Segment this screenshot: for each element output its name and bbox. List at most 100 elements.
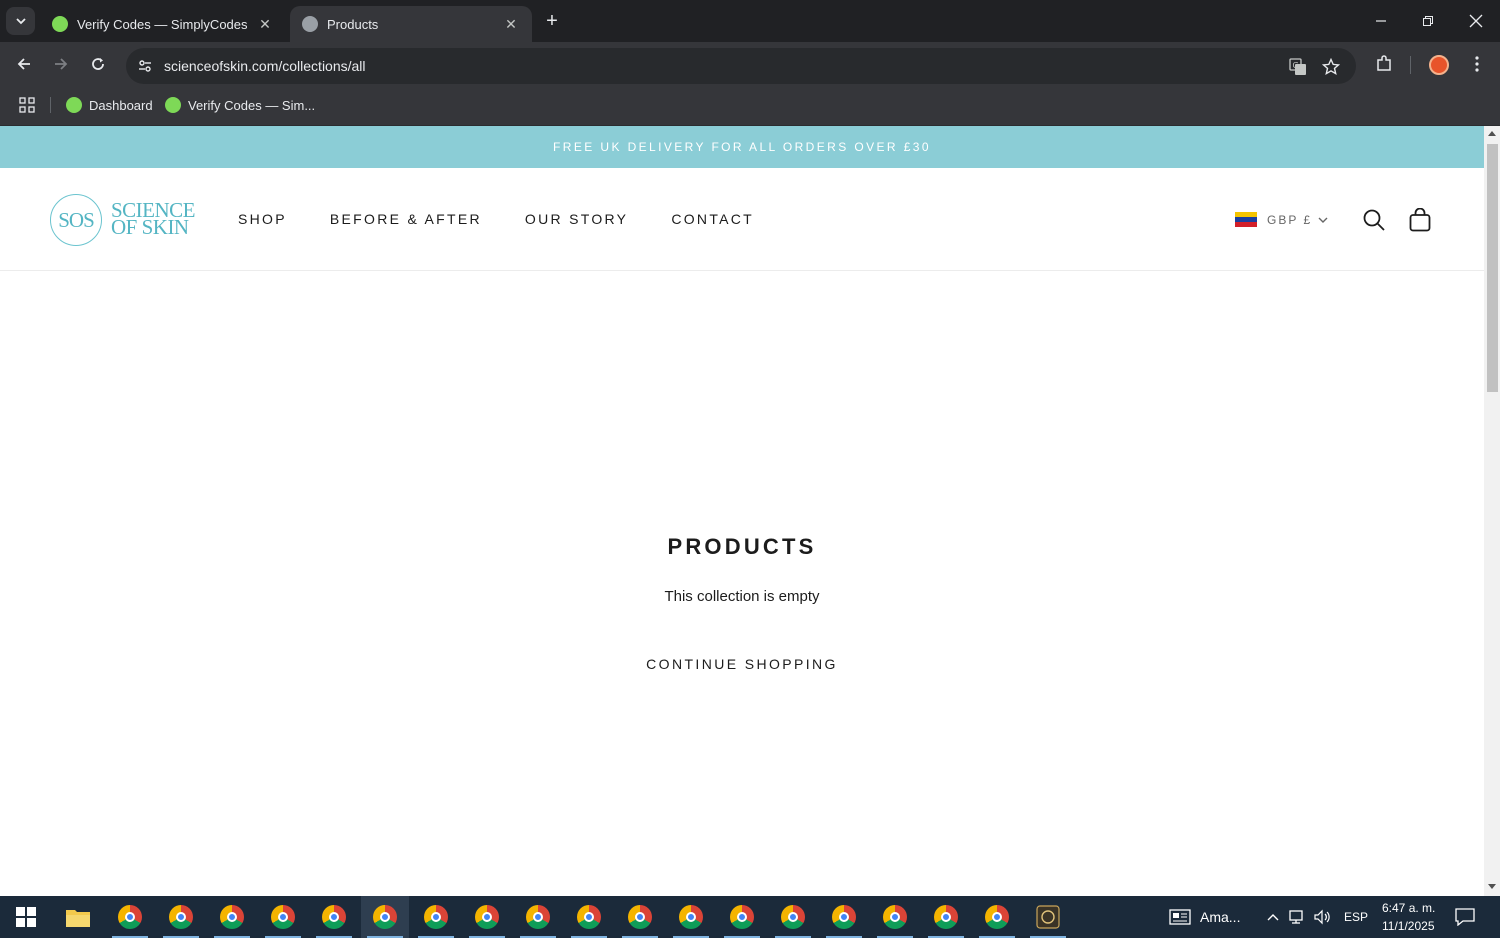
continue-shopping-label[interactable]: CONTINUE SHOPPING	[646, 656, 838, 672]
chrome-icon	[220, 905, 244, 929]
reload-button[interactable]	[84, 50, 112, 78]
folder-icon	[66, 910, 90, 927]
chrome-icon	[730, 905, 754, 929]
close-icon[interactable]: ✕	[502, 15, 520, 33]
chrome-taskbar-button-12[interactable]	[667, 896, 715, 938]
start-button[interactable]	[6, 896, 46, 938]
clock-date[interactable]: 11/1/2025	[1382, 919, 1435, 933]
browser-tabstrip: Verify Codes — SimplyCodes ✕ Products ✕ …	[0, 0, 1500, 42]
tab-search-button[interactable]	[6, 7, 35, 35]
chrome-taskbar-button-17[interactable]	[922, 896, 970, 938]
bookmark-verify-codes[interactable]: Verify Codes — Sim...	[165, 95, 315, 115]
new-tab-button[interactable]: +	[540, 9, 564, 33]
nav-shop[interactable]: SHOP	[238, 211, 287, 227]
chrome-icon	[322, 905, 346, 929]
chrome-taskbar-button-4[interactable]	[259, 896, 307, 938]
nav-contact[interactable]: CONTACT	[671, 211, 754, 227]
svg-text:G: G	[1293, 61, 1299, 70]
chevron-down-icon	[1318, 217, 1328, 223]
profile-avatar[interactable]	[1429, 55, 1449, 75]
minimize-button[interactable]	[1358, 0, 1404, 42]
reload-icon	[92, 58, 104, 70]
clock-time[interactable]: 6:47 a. m.	[1382, 901, 1435, 915]
chrome-taskbar-button-18[interactable]	[973, 896, 1021, 938]
chrome-taskbar-button-13[interactable]	[718, 896, 766, 938]
restore-button[interactable]	[1405, 0, 1451, 42]
venezuela-flag-icon	[1235, 212, 1257, 227]
nav-our-story[interactable]: OUR STORY	[525, 211, 628, 227]
close-window-button[interactable]	[1453, 0, 1499, 42]
page-scrollbar[interactable]	[1484, 126, 1500, 896]
chrome-taskbar-button-10[interactable]	[565, 896, 613, 938]
nav-before-after[interactable]: BEFORE & AFTER	[330, 211, 482, 227]
chrome-icon	[985, 905, 1009, 929]
tab-verify-codes[interactable]: Verify Codes — SimplyCodes ✕	[40, 6, 286, 42]
chrome-taskbar-button-1[interactable]	[106, 896, 154, 938]
currency-label: GBP £	[1267, 212, 1313, 227]
chrome-taskbar-button-11[interactable]	[616, 896, 664, 938]
site-header: SOS SCIENCE OF SKIN SHOP BEFORE & AFTER …	[0, 168, 1484, 271]
bookmark-star-icon[interactable]	[1320, 56, 1342, 78]
scrollbar-thumb[interactable]	[1487, 144, 1498, 392]
chrome-icon	[832, 905, 856, 929]
game-app-icon	[1036, 905, 1060, 929]
continue-shopping-link[interactable]: CONTINUE SHOPPING	[0, 656, 1484, 672]
bookmark-divider	[50, 97, 51, 113]
logo-mark: SOS	[50, 194, 102, 246]
apps-button[interactable]	[19, 95, 35, 115]
currency-selector[interactable]: GBP £	[1235, 212, 1328, 227]
puzzle-icon	[1377, 55, 1391, 71]
file-explorer-taskbar-button[interactable]	[54, 896, 102, 938]
cart-bag-icon[interactable]	[1408, 208, 1432, 232]
browser-toolbar: scienceofskin.com/collections/all G	[0, 42, 1500, 86]
windows-logo-icon	[16, 907, 36, 927]
minimize-icon	[1376, 20, 1386, 22]
chrome-icon	[271, 905, 295, 929]
notification-center-icon[interactable]	[1455, 907, 1475, 927]
bookmark-label: Dashboard	[89, 97, 153, 113]
search-icon[interactable]	[1362, 208, 1386, 232]
game-app-taskbar-button[interactable]	[1024, 896, 1072, 938]
chrome-taskbar-button-16[interactable]	[871, 896, 919, 938]
tab-title: Products	[327, 16, 379, 32]
chrome-icon	[118, 905, 142, 929]
bookmark-label: Verify Codes — Sim...	[188, 97, 316, 113]
simplycodes-favicon-icon	[66, 97, 82, 113]
news-widget-icon[interactable]	[1168, 907, 1192, 927]
chrome-taskbar-button-2[interactable]	[157, 896, 205, 938]
site-logo[interactable]: SOS SCIENCE OF SKIN	[50, 194, 200, 246]
restore-icon	[1423, 16, 1433, 26]
chrome-taskbar-button-8[interactable]	[463, 896, 511, 938]
chrome-taskbar-button-5[interactable]	[310, 896, 358, 938]
chrome-icon	[679, 905, 703, 929]
arrow-left-icon	[17, 58, 30, 70]
back-button[interactable]	[10, 50, 38, 78]
chrome-menu-button[interactable]	[1463, 50, 1491, 78]
chrome-icon	[373, 905, 397, 929]
chrome-taskbar-button-3[interactable]	[208, 896, 256, 938]
input-language[interactable]: ESP	[1344, 910, 1368, 924]
chevron-up-icon[interactable]	[1263, 907, 1283, 927]
forward-button[interactable]	[47, 50, 75, 78]
chrome-icon	[883, 905, 907, 929]
translate-icon[interactable]: G	[1287, 56, 1309, 78]
chrome-taskbar-button-active[interactable]	[361, 896, 409, 938]
chrome-icon	[628, 905, 652, 929]
site-settings-icon[interactable]	[134, 55, 156, 77]
chrome-taskbar-button-14[interactable]	[769, 896, 817, 938]
news-widget-label[interactable]: Ama...	[1200, 909, 1240, 925]
chrome-taskbar-button-15[interactable]	[820, 896, 868, 938]
tab-products[interactable]: Products ✕	[290, 6, 532, 42]
announcement-bar: FREE UK DELIVERY FOR ALL ORDERS OVER £30	[0, 126, 1484, 168]
chrome-taskbar-button-7[interactable]	[412, 896, 460, 938]
address-bar[interactable]: scienceofskin.com/collections/all G	[126, 48, 1356, 84]
close-icon	[1469, 14, 1483, 28]
close-icon[interactable]: ✕	[256, 15, 274, 33]
scroll-down-icon[interactable]	[1488, 884, 1496, 889]
volume-icon[interactable]	[1312, 907, 1332, 927]
extensions-button[interactable]	[1370, 50, 1398, 78]
bookmark-dashboard[interactable]: Dashboard	[66, 95, 153, 115]
network-icon[interactable]	[1287, 907, 1307, 927]
chrome-taskbar-button-9[interactable]	[514, 896, 562, 938]
scroll-up-icon[interactable]	[1488, 131, 1496, 136]
